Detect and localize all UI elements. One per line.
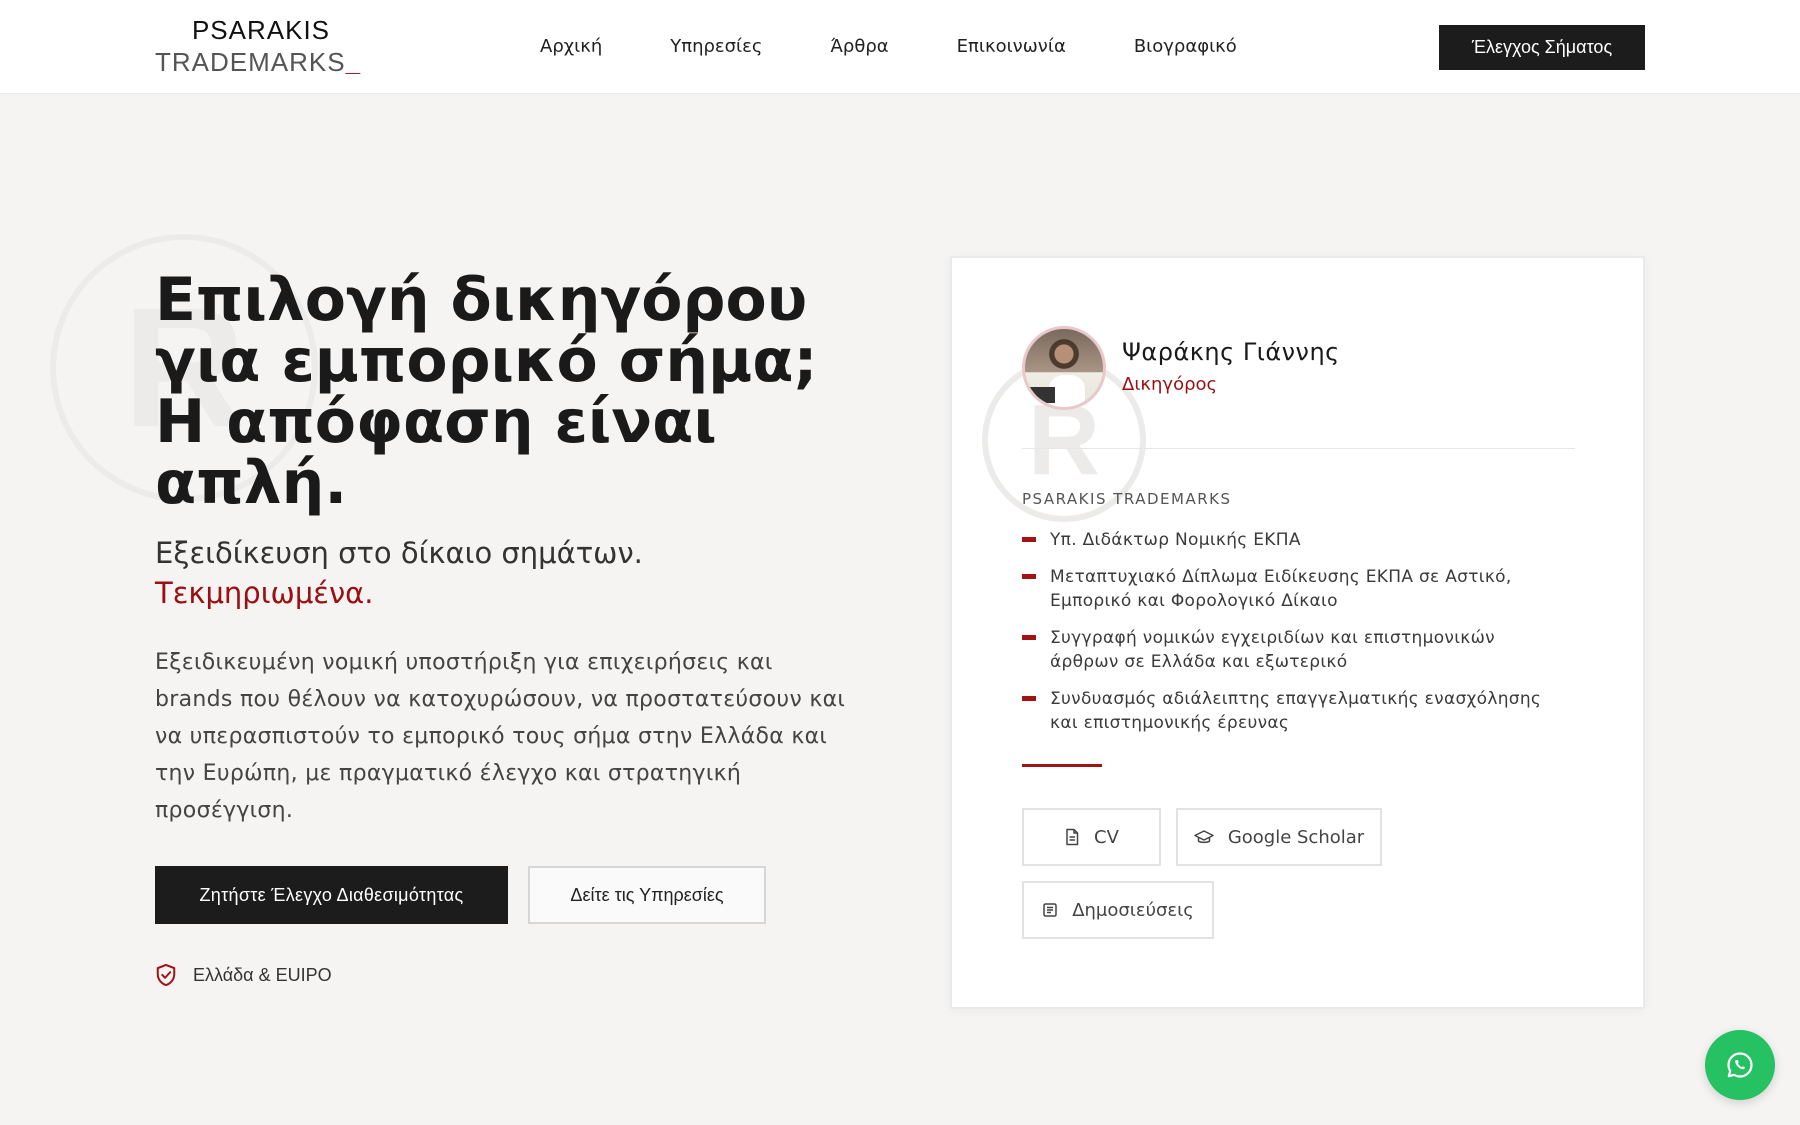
site-logo[interactable]: PSARAKIS TRADEMARKS_ bbox=[155, 14, 362, 78]
logo-top-text: PSARAKIS bbox=[191, 15, 331, 45]
whatsapp-chat-button[interactable] bbox=[1705, 1030, 1775, 1100]
hero-subtitle: Εξειδίκευση στο δίκαιο σημάτων. Τεκμηριω… bbox=[155, 533, 855, 613]
card-divider bbox=[1022, 448, 1575, 449]
list-item: Μεταπτυχιακό Δίπλωμα Ειδίκευσης ΕΚΠΑ σε … bbox=[1022, 565, 1542, 613]
hero-title: Επιλογή δικηγόρου για εμπορικό σήμα; Η α… bbox=[155, 265, 818, 518]
publications-link-label: Δημοσιεύσεις bbox=[1072, 899, 1194, 921]
list-document-icon bbox=[1043, 903, 1057, 917]
cv-link-button[interactable]: CV bbox=[1022, 808, 1161, 866]
qualifications-list: Υπ. Διδάκτωρ Νομικής ΕΚΠΑ Μεταπτυχιακό Δ… bbox=[1022, 528, 1542, 748]
graduation-cap-icon bbox=[1194, 830, 1214, 844]
site-header: PSARAKIS TRADEMARKS_ Αρχική Υπηρεσίες Άρ… bbox=[0, 0, 1800, 94]
whatsapp-icon bbox=[1727, 1052, 1753, 1078]
logo-bottom-text: TRADEMARKS_ bbox=[155, 47, 362, 77]
publications-link-button[interactable]: Δημοσιεύσεις bbox=[1022, 881, 1214, 939]
nav-item-services[interactable]: Υπηρεσίες bbox=[670, 34, 762, 60]
main-nav: Αρχική Υπηρεσίες Άρθρα Επικοινωνία Βιογρ… bbox=[540, 34, 1305, 60]
hero-description: Εξειδικευμένη νομική υποστήριξη για επιχ… bbox=[155, 650, 846, 823]
profile-role: Δικηγόρος bbox=[1122, 374, 1218, 395]
accent-divider bbox=[1022, 764, 1102, 767]
document-icon bbox=[1066, 828, 1079, 846]
hero-subtitle-text: Εξειδίκευση στο δίκαιο σημάτων. bbox=[155, 536, 643, 570]
cv-link-label: CV bbox=[1094, 826, 1119, 848]
region-label: Ελλάδα & EUIPO bbox=[193, 964, 332, 985]
nav-item-home[interactable]: Αρχική bbox=[540, 34, 602, 60]
shield-check-icon bbox=[156, 963, 176, 987]
list-item: Υπ. Διδάκτωρ Νομικής ΕΚΠΑ bbox=[1022, 528, 1542, 552]
view-services-button[interactable]: Δείτε τις Υπηρεσίες bbox=[528, 866, 766, 924]
trademark-check-button[interactable]: Έλεγχος Σήματος bbox=[1439, 25, 1645, 70]
firm-name: PSARAKIS TRADEMARKS bbox=[1022, 490, 1232, 508]
google-scholar-link-button[interactable]: Google Scholar bbox=[1176, 808, 1382, 866]
avatar bbox=[1022, 326, 1106, 410]
nav-item-articles[interactable]: Άρθρα bbox=[830, 34, 888, 60]
avatar-laptop bbox=[1029, 387, 1055, 403]
profile-name: Ψαράκης Γιάννης bbox=[1122, 338, 1340, 366]
list-item: Συγγραφή νομικών εγχειριδίων και επιστημ… bbox=[1022, 626, 1542, 674]
region-badge: Ελλάδα & EUIPO bbox=[155, 963, 332, 987]
profile-card: R Ψαράκης Γιάννης Δικηγόρος PSARAKIS TRA… bbox=[950, 256, 1645, 1009]
hero-subtitle-accent: Τεκμηριωμένα. bbox=[155, 576, 374, 610]
nav-item-contact[interactable]: Επικοινωνία bbox=[957, 34, 1066, 60]
availability-check-button[interactable]: Ζητήστε Έλεγχο Διαθεσιμότητας bbox=[155, 866, 508, 924]
list-item: Συνδυασμός αδιάλειπτης επαγγελματικής εν… bbox=[1022, 687, 1542, 735]
google-scholar-link-label: Google Scholar bbox=[1227, 826, 1365, 848]
nav-item-bio[interactable]: Βιογραφικό bbox=[1134, 34, 1237, 60]
